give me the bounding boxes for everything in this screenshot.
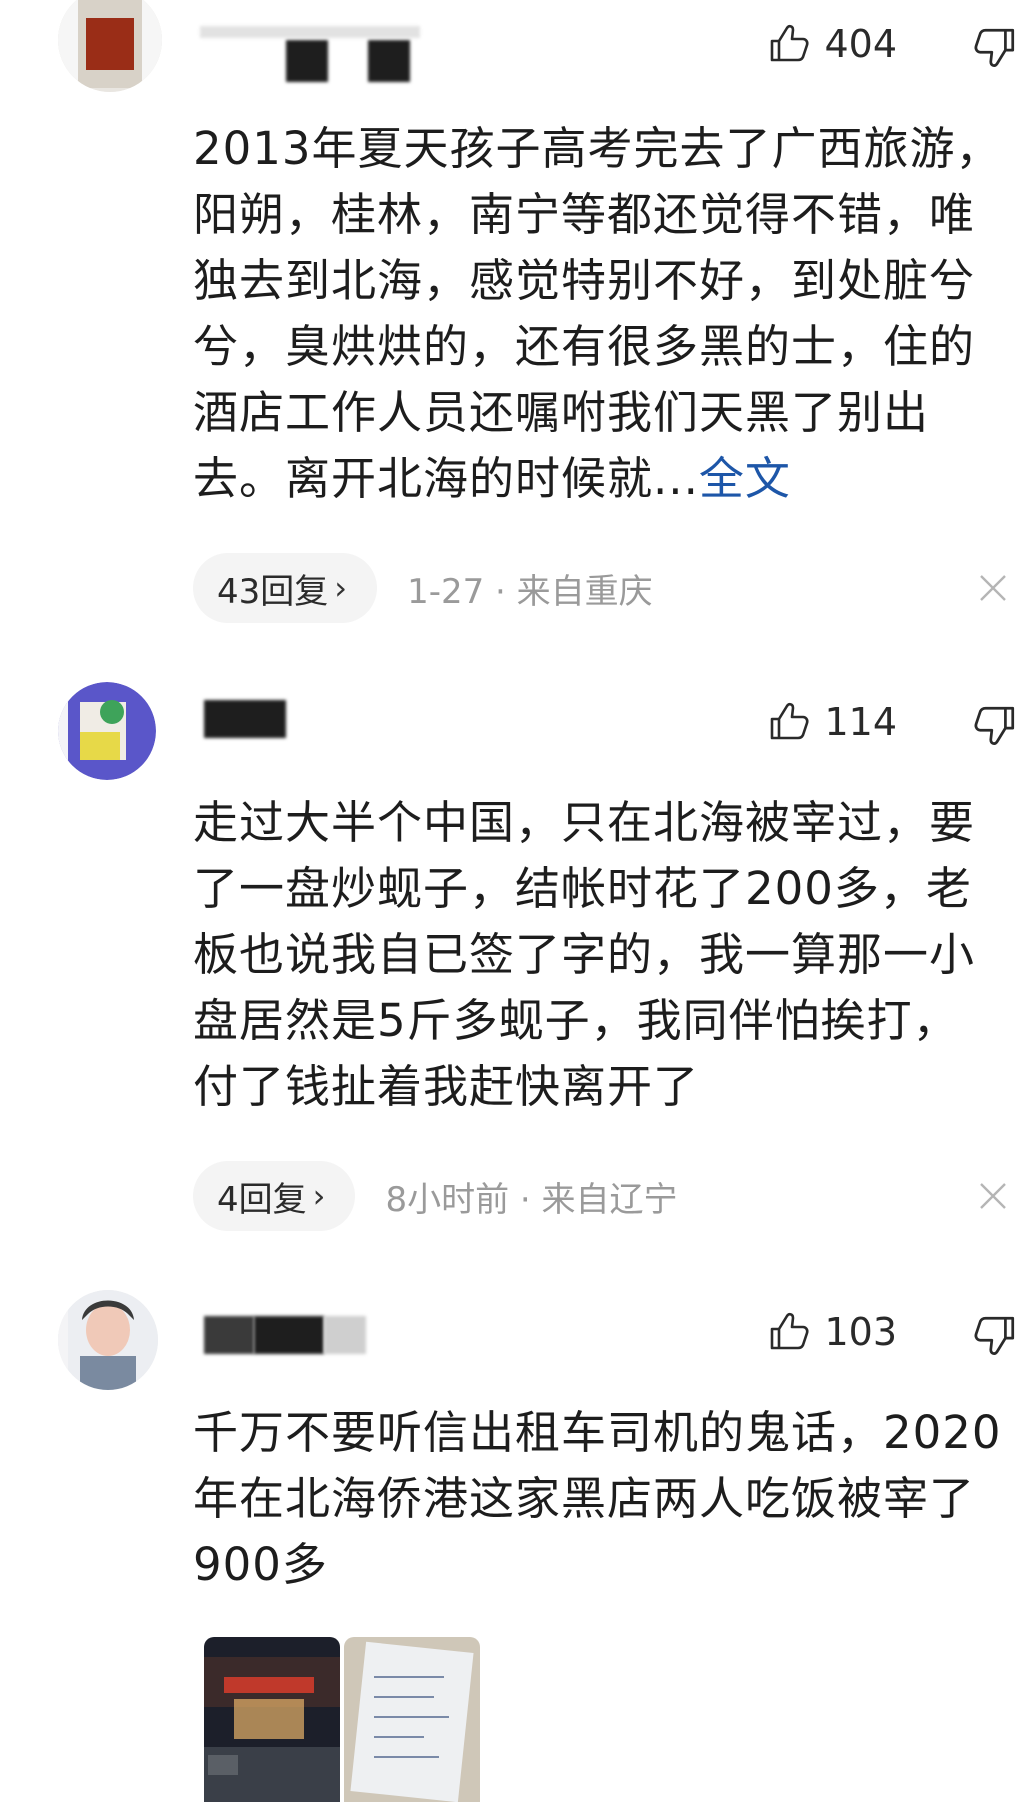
username-redacted: [368, 40, 410, 82]
username-redacted: [204, 700, 286, 738]
chevron-right-icon: ›: [334, 569, 348, 607]
comment-text-content: 2013年夏天孩子高考完去了广西旅游， 阳朔，桂林，南宁等都还觉得不错，唯 独去…: [193, 122, 1002, 505]
thumbs-up-icon: [771, 24, 810, 62]
thumbs-up-icon: [771, 702, 810, 740]
replies-label: 43回复: [217, 571, 329, 612]
comment-time: 8小时前 · 来自辽宁: [385, 1179, 678, 1220]
username-redacted: [204, 1316, 254, 1354]
thumbs-down-icon[interactable]: [973, 24, 1019, 70]
like-count: 103: [824, 1310, 897, 1354]
username-redacted: [254, 1316, 324, 1354]
chevron-right-icon: ›: [312, 1177, 326, 1215]
replies-label: 4回复: [217, 1179, 307, 1220]
like-count: 404: [824, 22, 897, 66]
replies-button[interactable]: 43回复 ›: [193, 553, 378, 623]
thumbs-down-icon[interactable]: [973, 1312, 1019, 1358]
avatar[interactable]: [58, 682, 156, 780]
avatar[interactable]: [58, 0, 162, 92]
comment-text: 走过大半个中国，只在北海被宰过，要 了一盘炒蚬子，结帐时花了200多，老 板也说…: [193, 796, 976, 1113]
like-count: 114: [824, 700, 897, 744]
comment-meta: 4回复 › 8小时前 · 来自辽宁: [193, 1161, 678, 1231]
comment-text: 2013年夏天孩子高考完去了广西旅游， 阳朔，桂林，南宁等都还觉得不错，唯 独去…: [193, 116, 1023, 512]
close-icon[interactable]: [973, 568, 1013, 608]
like-button[interactable]: 114: [766, 700, 897, 744]
thumbs-down-icon[interactable]: [973, 702, 1019, 748]
comment-time: 1-27 · 来自重庆: [407, 571, 653, 612]
like-button[interactable]: 103: [766, 1310, 897, 1354]
like-button[interactable]: 404: [766, 22, 897, 66]
comment-meta: 43回复 › 1-27 · 来自重庆: [193, 553, 653, 623]
username-redacted: [200, 26, 420, 38]
username-redacted: [286, 40, 328, 82]
thumbs-up-icon: [771, 1312, 810, 1350]
full-text-link[interactable]: 全文: [699, 452, 791, 505]
comment-text: 千万不要听信出租车司机的鬼话，2020 年在北海侨港这家黑店两人吃饭被宰了 90…: [193, 1406, 1002, 1591]
username-redacted: [324, 1316, 366, 1354]
attached-photo-receipt[interactable]: [344, 1637, 480, 1802]
close-icon[interactable]: [973, 1176, 1013, 1216]
attached-photo-restaurant[interactable]: [204, 1637, 340, 1802]
avatar[interactable]: [58, 1290, 158, 1390]
image-attachments: [204, 1637, 480, 1802]
replies-button[interactable]: 4回复 ›: [193, 1161, 356, 1231]
